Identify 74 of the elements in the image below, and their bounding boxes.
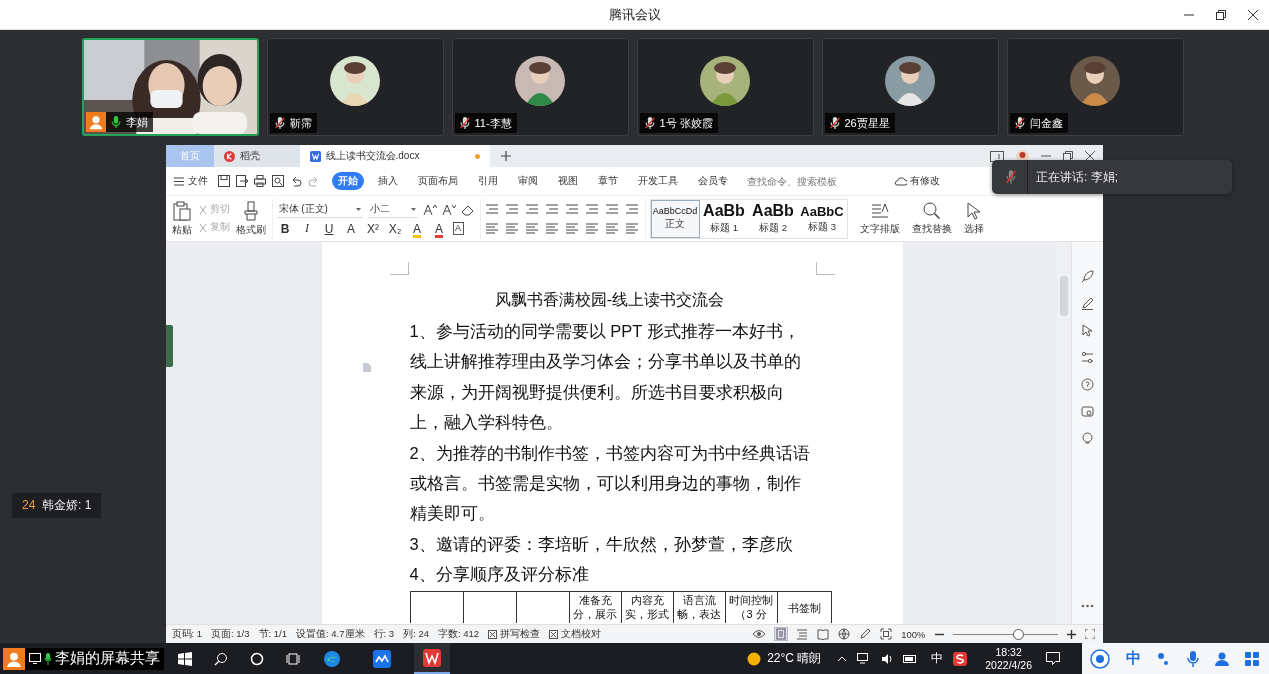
- status-text: 页码: 1: [171, 627, 203, 641]
- format-button[interactable]: I: [298, 221, 316, 236]
- paragraph: 1、参与活动的同学需要以 PPT 形式推荐一本好书，线上讲解推荐理由及学习体会；分享书单以及书单的来源，为开阔视野提供便利。所选书目要求积极向上，融入学科特色。: [409, 321, 802, 434]
- chat-badge[interactable]: 24 韩金娇: 1: [12, 493, 102, 518]
- window-title: 腾讯会议: [608, 5, 661, 24]
- participant-name: 靳霈: [289, 115, 312, 131]
- table-cell: 时间控制（3 分: [725, 591, 778, 623]
- paste-button[interactable]: 粘贴: [171, 200, 192, 237]
- participant-tile[interactable]: 1号 张姣霞: [636, 38, 814, 136]
- status-button[interactable]: 拼写检查: [488, 627, 541, 641]
- ribbon-tab[interactable]: 引用: [471, 172, 504, 190]
- participant-tile[interactable]: 11-李慧: [451, 38, 629, 136]
- document-tab[interactable]: 线上读书交流会.docx: [299, 145, 490, 167]
- table-cell-text: 书签制: [786, 600, 822, 616]
- style-option[interactable]: AaBb 标题 1: [699, 199, 749, 238]
- weather-text[interactable]: 22°C 晴朗: [767, 650, 822, 667]
- font-size-field[interactable]: 小二: [367, 201, 418, 218]
- ribbon-tab[interactable]: 开始: [331, 172, 364, 190]
- ribbon-tab[interactable]: 页面布局: [411, 172, 464, 190]
- speaker-label: 正在讲话: 李娟;: [1036, 168, 1118, 186]
- file-menu[interactable]: 文件: [173, 174, 208, 188]
- document-title: 风飘书香满校园-线上读书交流会: [493, 290, 726, 310]
- format-button[interactable]: B: [276, 221, 294, 236]
- font-name-field[interactable]: 宋体 (正文): [276, 201, 363, 218]
- participant-name: 闫金鑫: [1029, 115, 1063, 131]
- status-text: 列: 24: [403, 627, 429, 641]
- participant-tile[interactable]: 靳霈: [266, 38, 444, 136]
- style-option[interactable]: AaBbC 标题 3: [797, 199, 847, 238]
- ribbon-tool-button[interactable]: 查找替换: [911, 201, 952, 236]
- style-option[interactable]: AaBbCcDd 正文: [650, 199, 700, 238]
- participant-name: 11-李慧: [474, 115, 512, 131]
- ribbon-tab[interactable]: 插入: [371, 172, 404, 190]
- input-mode-indicator[interactable]: 中: [1126, 649, 1141, 668]
- format-button[interactable]: A: [430, 221, 448, 236]
- ribbon-tab[interactable]: 审阅: [511, 172, 544, 190]
- paragraph: 4、分享顺序及评分标准: [409, 564, 590, 586]
- document-tab[interactable]: 稻壳: [213, 145, 300, 167]
- zoom-level[interactable]: 100%: [901, 628, 926, 640]
- format-button[interactable]: U: [320, 221, 338, 236]
- input-method-indicator[interactable]: 中: [931, 650, 944, 667]
- status-text: 行: 3: [373, 627, 395, 641]
- participant-tile[interactable]: 26贾星星: [821, 38, 999, 136]
- paragraph: 3、邀请的评委：李培昕，牛欣然，孙梦萱，李彦欣: [409, 533, 794, 555]
- status-text: 设置值: 4.7厘米: [296, 627, 365, 641]
- status-button[interactable]: 文档校对: [549, 627, 602, 641]
- status-text: 页面: 1/3: [211, 627, 250, 641]
- participant-name: 1号 张姣霞: [659, 115, 713, 131]
- clock[interactable]: 18:32 2022/4/26: [985, 645, 1032, 672]
- table-cell: 准备充分，展示: [569, 591, 622, 623]
- status-text: 字数: 412: [438, 627, 480, 641]
- format-button[interactable]: X²: [364, 221, 382, 236]
- participant-tile[interactable]: 李娟: [81, 38, 259, 136]
- format-button[interactable]: A: [408, 221, 426, 236]
- status-text: 节: 1/1: [258, 627, 288, 641]
- table-cell: 语言流畅，表达: [673, 591, 726, 623]
- ribbon-tab[interactable]: 开发工具: [631, 172, 684, 190]
- format-button[interactable]: X₂: [386, 221, 404, 236]
- ribbon-tab[interactable]: 会员专: [691, 172, 734, 190]
- format-button[interactable]: A: [452, 222, 464, 235]
- ribbon-tab[interactable]: 章节: [591, 172, 624, 190]
- screen-share-indicator[interactable]: 李娟的屏幕共享: [25, 647, 164, 670]
- changes-button[interactable]: 有修改: [893, 174, 940, 188]
- participant-name: 李娟: [125, 114, 148, 130]
- format-painter-button[interactable]: 格式刷: [235, 200, 266, 237]
- ribbon-tool-button[interactable]: 文字排版: [859, 201, 900, 236]
- participant-tile[interactable]: 闫金鑫: [1006, 38, 1184, 136]
- participant-name: 26贾星星: [844, 115, 890, 131]
- table-cell: 内容充实，形式: [621, 591, 674, 623]
- paragraph: 2、为推荐的书制作书签，书签内容可为书中经典话语或格言。书签需是实物，可以利用身边的事物，制作精美即可。: [409, 442, 811, 525]
- ribbon-tab[interactable]: 视图: [551, 172, 584, 190]
- ribbon-tool-button[interactable]: 选择: [963, 201, 984, 236]
- format-button[interactable]: A: [342, 221, 360, 236]
- command-search-field[interactable]: 查找命令、搜索模板: [741, 174, 872, 188]
- style-option[interactable]: AaBb 标题 2: [748, 199, 798, 238]
